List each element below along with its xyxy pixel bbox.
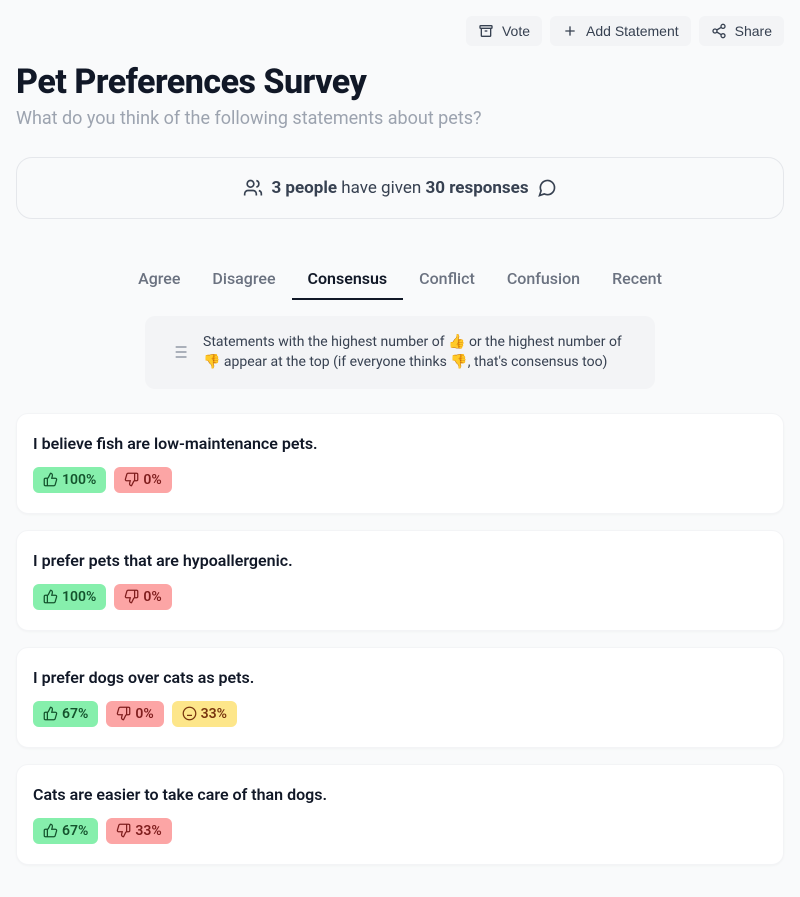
header-actions: Vote Add Statement Share [16, 16, 784, 46]
disagree-badge: 0% [114, 467, 171, 493]
share-button[interactable]: Share [699, 16, 784, 46]
badges: 67% 33% [33, 818, 767, 844]
statement-card[interactable]: I prefer dogs over cats as pets. 67% 0% 33% [16, 647, 784, 748]
metrics-text: 3 people have given 30 responses [271, 178, 528, 198]
statement-text: I prefer pets that are hypoallergenic. [33, 551, 767, 570]
metrics-mid: have given [337, 178, 426, 198]
agree-badge: 100% [33, 584, 106, 610]
statements-list: I believe fish are low-maintenance pets.… [16, 413, 784, 865]
vote-label: Vote [502, 23, 530, 39]
tabs: AgreeDisagreeConsensusConflictConfusionR… [16, 259, 784, 300]
tab-consensus[interactable]: Consensus [292, 259, 404, 300]
agree-badge: 67% [33, 818, 98, 844]
badges: 67% 0% 33% [33, 701, 767, 727]
page-title: Pet Preferences Survey [16, 62, 784, 102]
tab-confusion[interactable]: Confusion [491, 259, 596, 300]
statement-text: I believe fish are low-maintenance pets. [33, 434, 767, 453]
share-label: Share [735, 23, 772, 39]
tab-agree[interactable]: Agree [122, 259, 196, 300]
statement-card[interactable]: Cats are easier to take care of than dog… [16, 764, 784, 865]
comment-icon [537, 178, 557, 198]
archive-icon [478, 23, 494, 39]
plus-icon [562, 23, 578, 39]
disagree-badge: 0% [106, 701, 163, 727]
add-statement-label: Add Statement [586, 23, 679, 39]
statement-card[interactable]: I prefer pets that are hypoallergenic. 10… [16, 530, 784, 631]
list-icon [169, 342, 189, 362]
people-count: 3 people [271, 178, 337, 198]
info-text: Statements with the highest number of 👍 … [203, 332, 631, 373]
badges: 100% 0% [33, 584, 767, 610]
agree-badge: 100% [33, 467, 106, 493]
users-icon [243, 178, 263, 198]
share-icon [711, 23, 727, 39]
info-box: Statements with the highest number of 👍 … [145, 316, 655, 389]
vote-button[interactable]: Vote [466, 16, 542, 46]
tab-disagree[interactable]: Disagree [196, 259, 291, 300]
neutral-badge: 33% [172, 701, 237, 727]
metrics-bar: 3 people have given 30 responses [16, 157, 784, 219]
disagree-badge: 0% [114, 584, 171, 610]
statement-text: I prefer dogs over cats as pets. [33, 668, 767, 687]
disagree-badge: 33% [106, 818, 171, 844]
add-statement-button[interactable]: Add Statement [550, 16, 691, 46]
badges: 100% 0% [33, 467, 767, 493]
statement-card[interactable]: I believe fish are low-maintenance pets.… [16, 413, 784, 514]
tab-conflict[interactable]: Conflict [403, 259, 491, 300]
agree-badge: 67% [33, 701, 98, 727]
responses-count: 30 responses [426, 178, 529, 198]
page-subtitle: What do you think of the following state… [16, 108, 784, 129]
statement-text: Cats are easier to take care of than dog… [33, 785, 767, 804]
tab-recent[interactable]: Recent [596, 259, 678, 300]
